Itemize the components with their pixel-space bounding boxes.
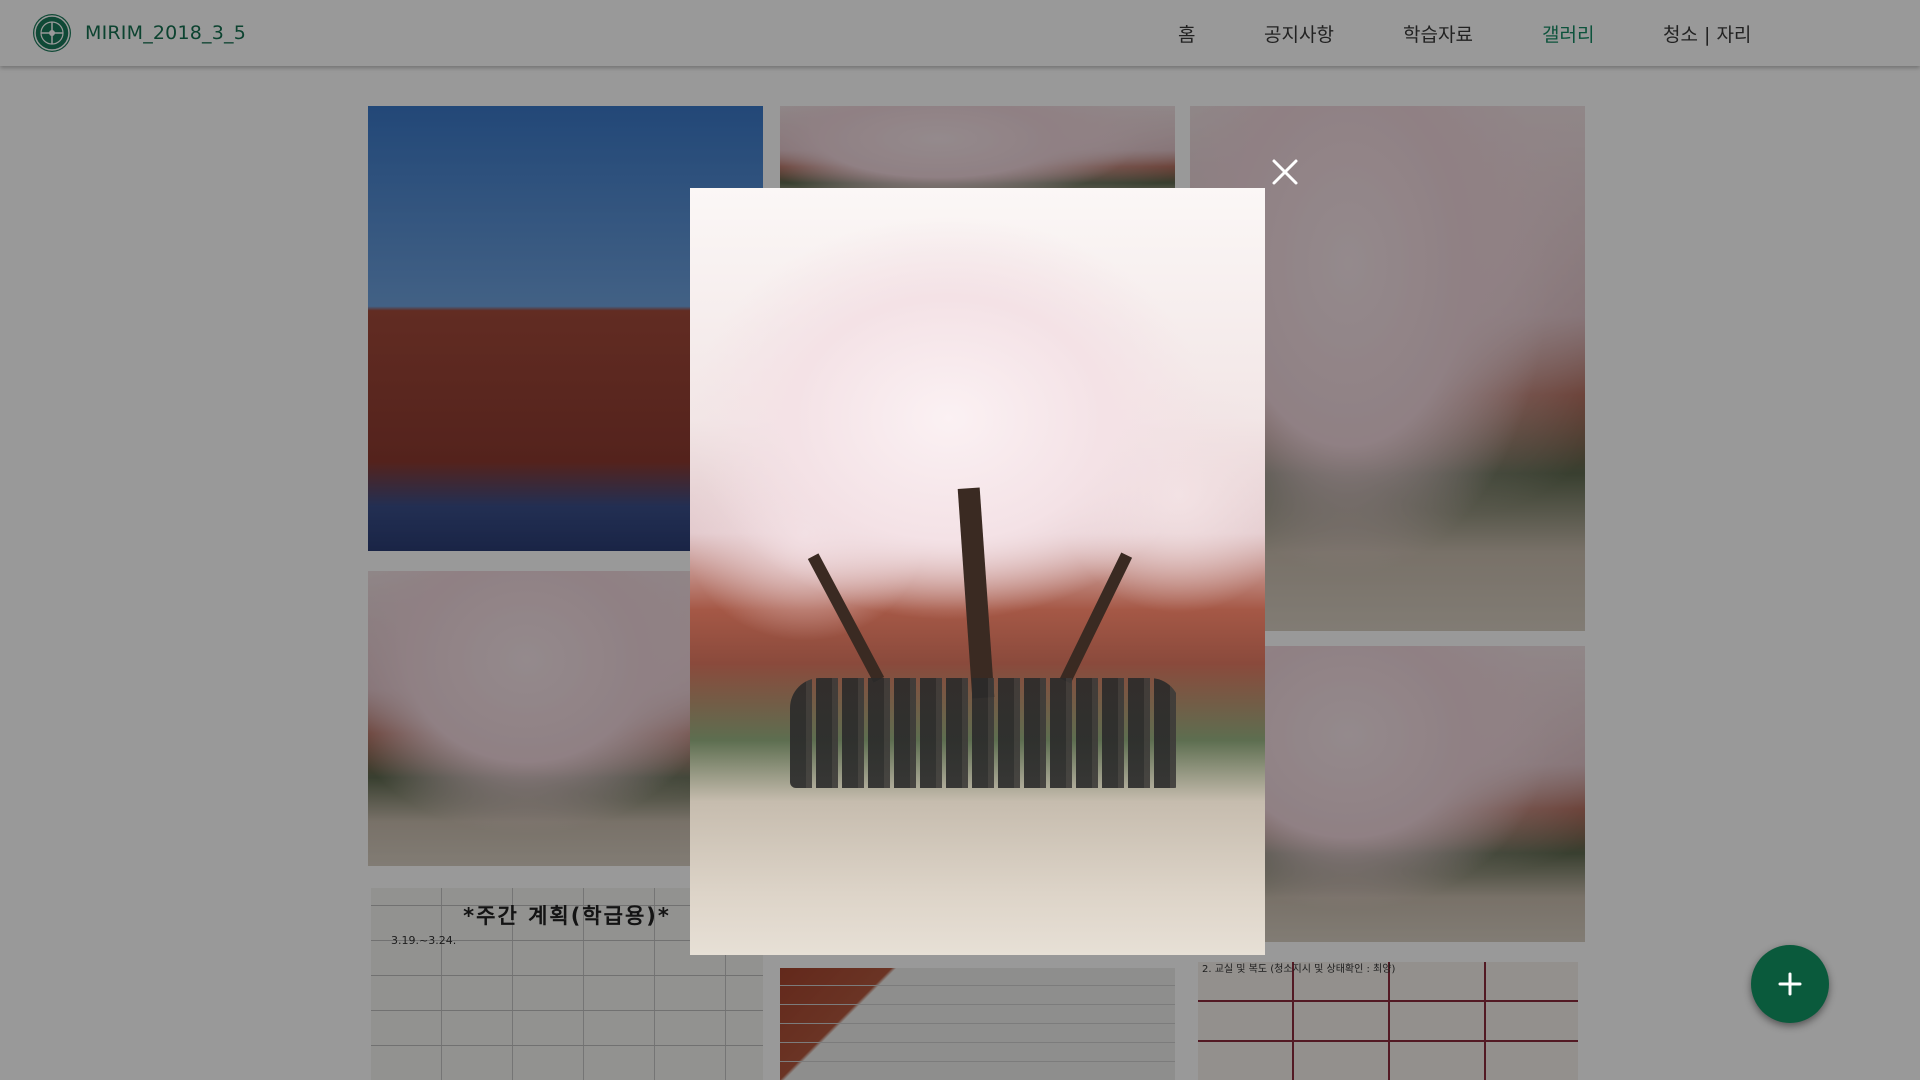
modal-photo-cherry-blossom-class — [690, 188, 1265, 955]
photo-modal-overlay[interactable] — [0, 0, 1920, 1080]
add-photo-button[interactable] — [1751, 945, 1829, 1023]
photo-tree-branch-left — [807, 553, 885, 683]
plus-icon — [1778, 972, 1802, 996]
close-icon[interactable] — [1265, 152, 1305, 192]
photo-students-group — [790, 678, 1180, 788]
photo-tree-branch-right — [1059, 552, 1133, 684]
photo-tree-trunk — [957, 487, 995, 699]
